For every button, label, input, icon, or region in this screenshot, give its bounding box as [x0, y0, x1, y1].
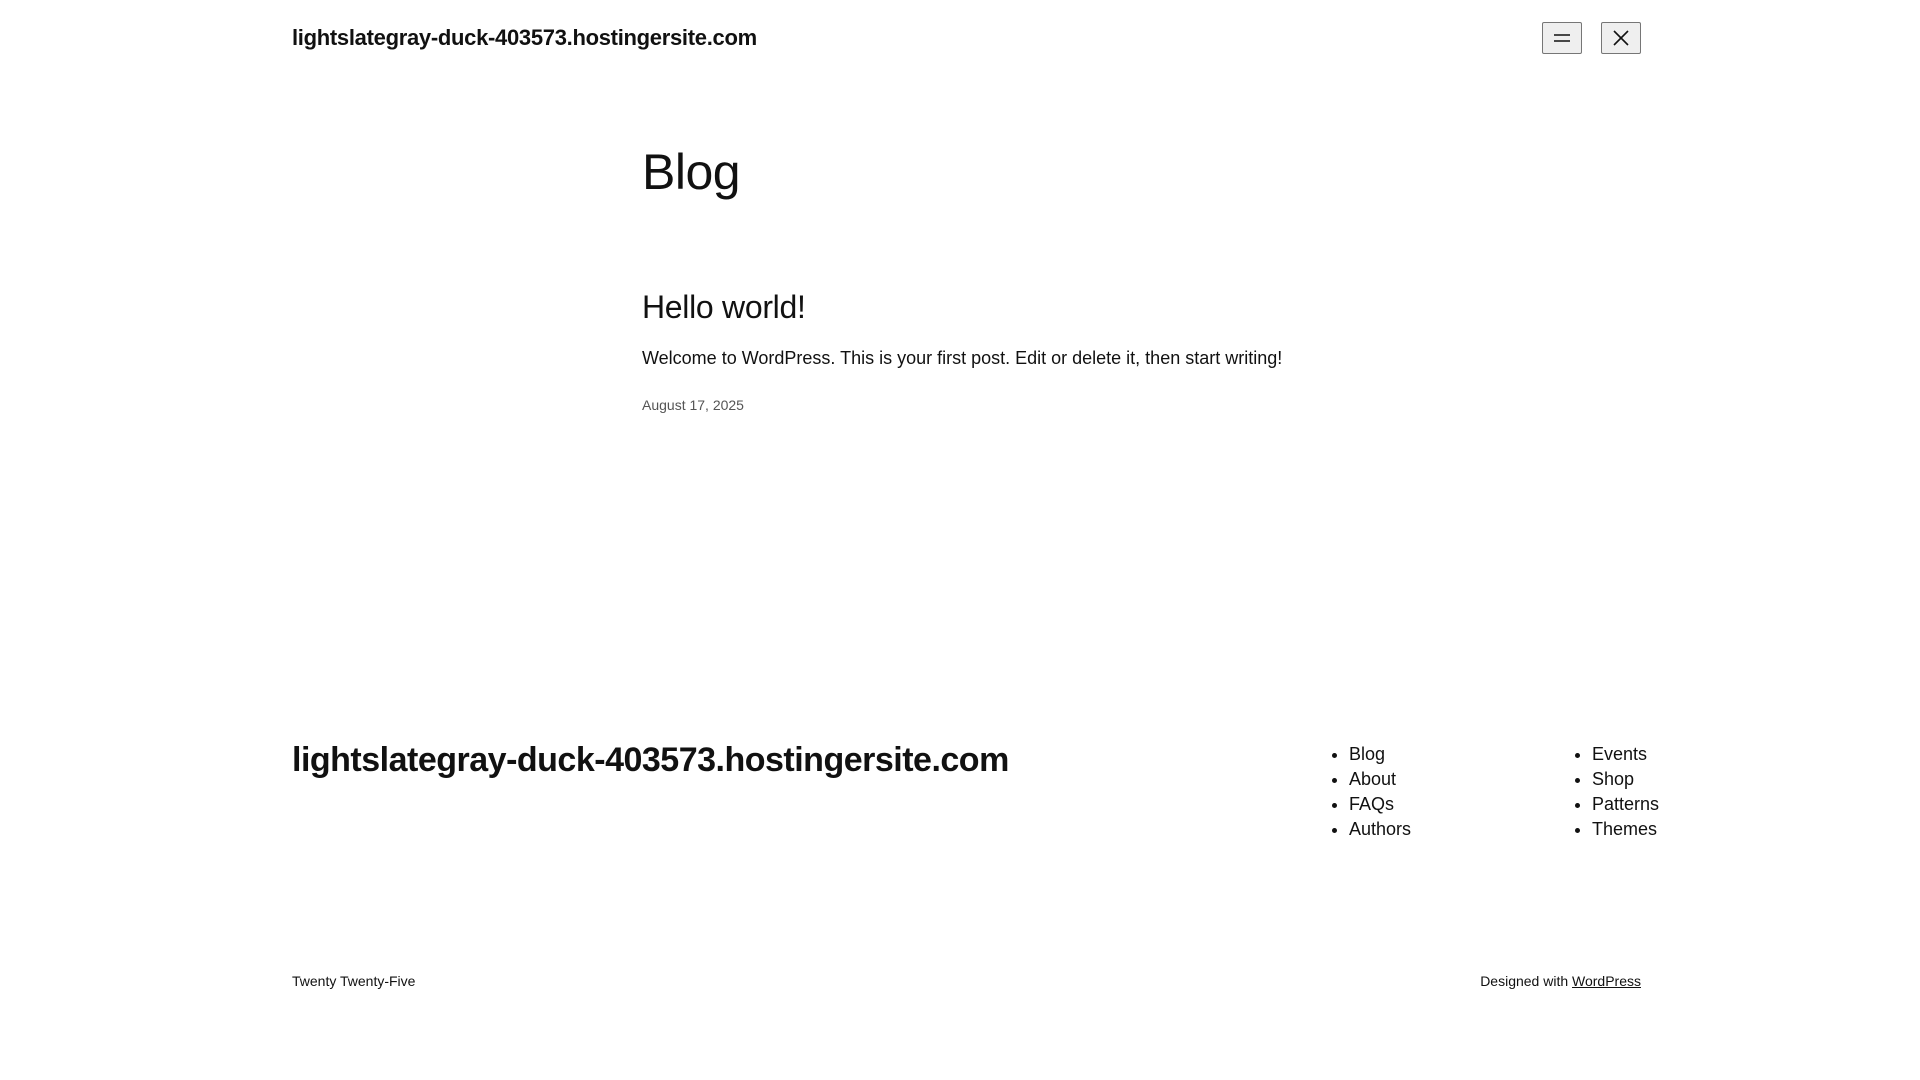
main-content: Blog Hello world! Welcome to WordPress. …: [642, 140, 1342, 415]
footer-top: lightslategray-duck-403573.hostingersite…: [292, 738, 1659, 848]
menu-button[interactable]: [1542, 22, 1582, 54]
footer-nav-link-events[interactable]: Events: [1592, 744, 1647, 764]
footer-nav-item: Events: [1592, 742, 1659, 767]
footer-nav-item: FAQs: [1349, 792, 1411, 817]
footer-nav-column-1: Blog About FAQs Authors: [1329, 742, 1411, 842]
post-title-wrapper: Hello world!: [642, 287, 1342, 327]
wordpress-link[interactable]: WordPress: [1572, 973, 1641, 989]
page: lightslategray-duck-403573.hostingersite…: [0, 0, 1920, 1080]
close-button[interactable]: [1601, 22, 1641, 54]
header-buttons: [1542, 22, 1641, 54]
footer-nav-link-themes[interactable]: Themes: [1592, 819, 1657, 839]
footer-nav-link-about[interactable]: About: [1349, 769, 1396, 789]
menu-icon: [1553, 33, 1571, 43]
footer-nav-link-shop[interactable]: Shop: [1592, 769, 1634, 789]
footer-nav-item: Authors: [1349, 817, 1411, 842]
footer-nav-item: Blog: [1349, 742, 1411, 767]
close-icon: [1612, 29, 1630, 47]
footer-nav-link-blog[interactable]: Blog: [1349, 744, 1385, 764]
footer-nav-item: Shop: [1592, 767, 1659, 792]
site-header: lightslategray-duck-403573.hostingersite…: [292, 18, 1641, 58]
footer-nav-link-faqs[interactable]: FAQs: [1349, 794, 1394, 814]
page-title: Blog: [642, 144, 741, 200]
post: Hello world! Welcome to WordPress. This …: [642, 287, 1342, 415]
footer-nav-item: Themes: [1592, 817, 1659, 842]
footer-site-title-link[interactable]: lightslategray-duck-403573.hostingersite…: [292, 738, 1009, 782]
credits-text: Designed with: [1480, 973, 1569, 989]
footer-nav-item: About: [1349, 767, 1411, 792]
post-title-link[interactable]: Hello world!: [642, 287, 806, 327]
footer-nav-link-authors[interactable]: Authors: [1349, 819, 1411, 839]
site-title-link[interactable]: lightslategray-duck-403573.hostingersite…: [292, 25, 757, 51]
post-date: August 17, 2025: [642, 397, 744, 413]
footer-nav-item: Patterns: [1592, 792, 1659, 817]
footer-bottom: Twenty Twenty-Five Designed with WordPre…: [292, 970, 1641, 992]
theme-name: Twenty Twenty-Five: [292, 973, 416, 989]
credits: Designed with WordPress: [1480, 973, 1641, 989]
footer-nav-link-patterns[interactable]: Patterns: [1592, 794, 1659, 814]
footer-nav-column-2: Events Shop Patterns Themes: [1572, 742, 1659, 842]
post-excerpt: Welcome to WordPress. This is your first…: [642, 348, 1283, 368]
